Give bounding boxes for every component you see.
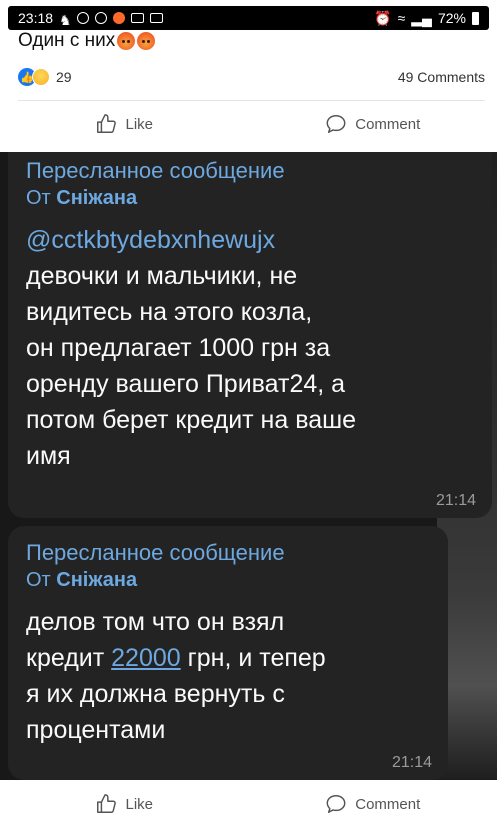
comment-bubble-icon: [325, 113, 347, 135]
forwarded-from: От Сніжана: [26, 184, 474, 212]
message-line: я их должна вернуть с: [26, 676, 430, 712]
comment-bubble-icon: [325, 793, 347, 815]
comment-label: Comment: [355, 116, 420, 133]
like-button[interactable]: Like: [0, 113, 249, 135]
status-time: 23:18: [18, 10, 53, 26]
thumbs-up-icon: [95, 793, 117, 815]
haha-reaction-icon: [32, 68, 50, 86]
from-name: Сніжана: [56, 569, 137, 591]
comment-button[interactable]: Comment: [249, 793, 497, 815]
reaction-count: 29: [56, 69, 72, 85]
gallery-icon: [131, 13, 144, 23]
from-name: Сніжана: [56, 187, 137, 209]
message-bubble-2: Пересланное сообщение От Сніжана делов т…: [8, 526, 448, 780]
like-button[interactable]: Like: [0, 793, 249, 815]
app-notification-icon: [113, 12, 125, 24]
post-text: Один с них: [18, 30, 155, 52]
battery-icon: [472, 12, 479, 25]
thumbs-up-icon: [95, 113, 117, 135]
forwarded-from: От Сніжана: [26, 566, 430, 594]
message-line: потом берет кредит на ваше: [26, 402, 474, 438]
message-time: 21:14: [392, 754, 432, 772]
like-label: Like: [125, 116, 153, 133]
from-prefix: От: [26, 569, 51, 591]
message-line: процентами: [26, 712, 430, 748]
action-bar-bottom: Like Comment: [0, 786, 497, 822]
message-time: 21:14: [436, 492, 476, 510]
instagram-icon: [77, 12, 89, 24]
post-photo[interactable]: Пересланное сообщение От Сніжана @cctkbt…: [0, 152, 497, 780]
signal-icon: ▂▄: [411, 10, 432, 27]
message-line: он предлагает 1000 грн за: [26, 330, 474, 366]
wifi-icon: ≈: [398, 10, 406, 26]
message-line-suffix: грн, и тепер: [188, 644, 326, 672]
message-line-prefix: кредит: [26, 644, 104, 672]
mention-link[interactable]: @cctkbtydebxnhewujx: [26, 222, 474, 258]
comment-button[interactable]: Comment: [249, 113, 497, 135]
status-bar: 23:18 ♞ ⏰ ≈ ▂▄ 72%: [8, 6, 489, 30]
message-line: кредит 22000 грн, и тепер: [26, 640, 430, 676]
message-line: имя: [26, 438, 474, 474]
reaction-icons: 👍: [18, 68, 50, 86]
alarm-icon: ⏰: [374, 10, 391, 27]
message-line: видитесь на этого козла,: [26, 294, 474, 330]
notification-icon: ♞: [59, 12, 71, 24]
message-line: оренду вашего Приват24, а: [26, 366, 474, 402]
from-prefix: От: [26, 187, 51, 209]
status-right: ⏰ ≈ ▂▄ 72%: [374, 10, 479, 27]
video-icon: [150, 13, 163, 23]
reactions-summary[interactable]: 👍 29: [18, 68, 72, 86]
message-line: девочки и мальчики, не: [26, 258, 474, 294]
angry-emoji-icon: [137, 32, 155, 50]
message-bubble-1: Пересланное сообщение От Сніжана @cctkbt…: [8, 152, 492, 518]
amount-link[interactable]: 22000: [111, 644, 181, 672]
angry-emoji-icon: [117, 32, 135, 50]
divider: [18, 100, 485, 101]
forwarded-label: Пересланное сообщение: [26, 158, 474, 184]
status-left: 23:18 ♞: [18, 10, 163, 26]
like-label: Like: [125, 796, 153, 813]
forwarded-label: Пересланное сообщение: [26, 540, 430, 566]
comments-count-link[interactable]: 49 Comments: [398, 69, 485, 85]
message-line: делов том что он взял: [26, 604, 430, 640]
battery-text: 72%: [438, 10, 466, 26]
messenger-icon: [95, 12, 107, 24]
reactions-row: 👍 29 49 Comments: [18, 66, 485, 88]
comment-label: Comment: [355, 796, 420, 813]
post-caption: Один с них: [18, 30, 115, 52]
action-bar-top: Like Comment: [0, 106, 497, 142]
